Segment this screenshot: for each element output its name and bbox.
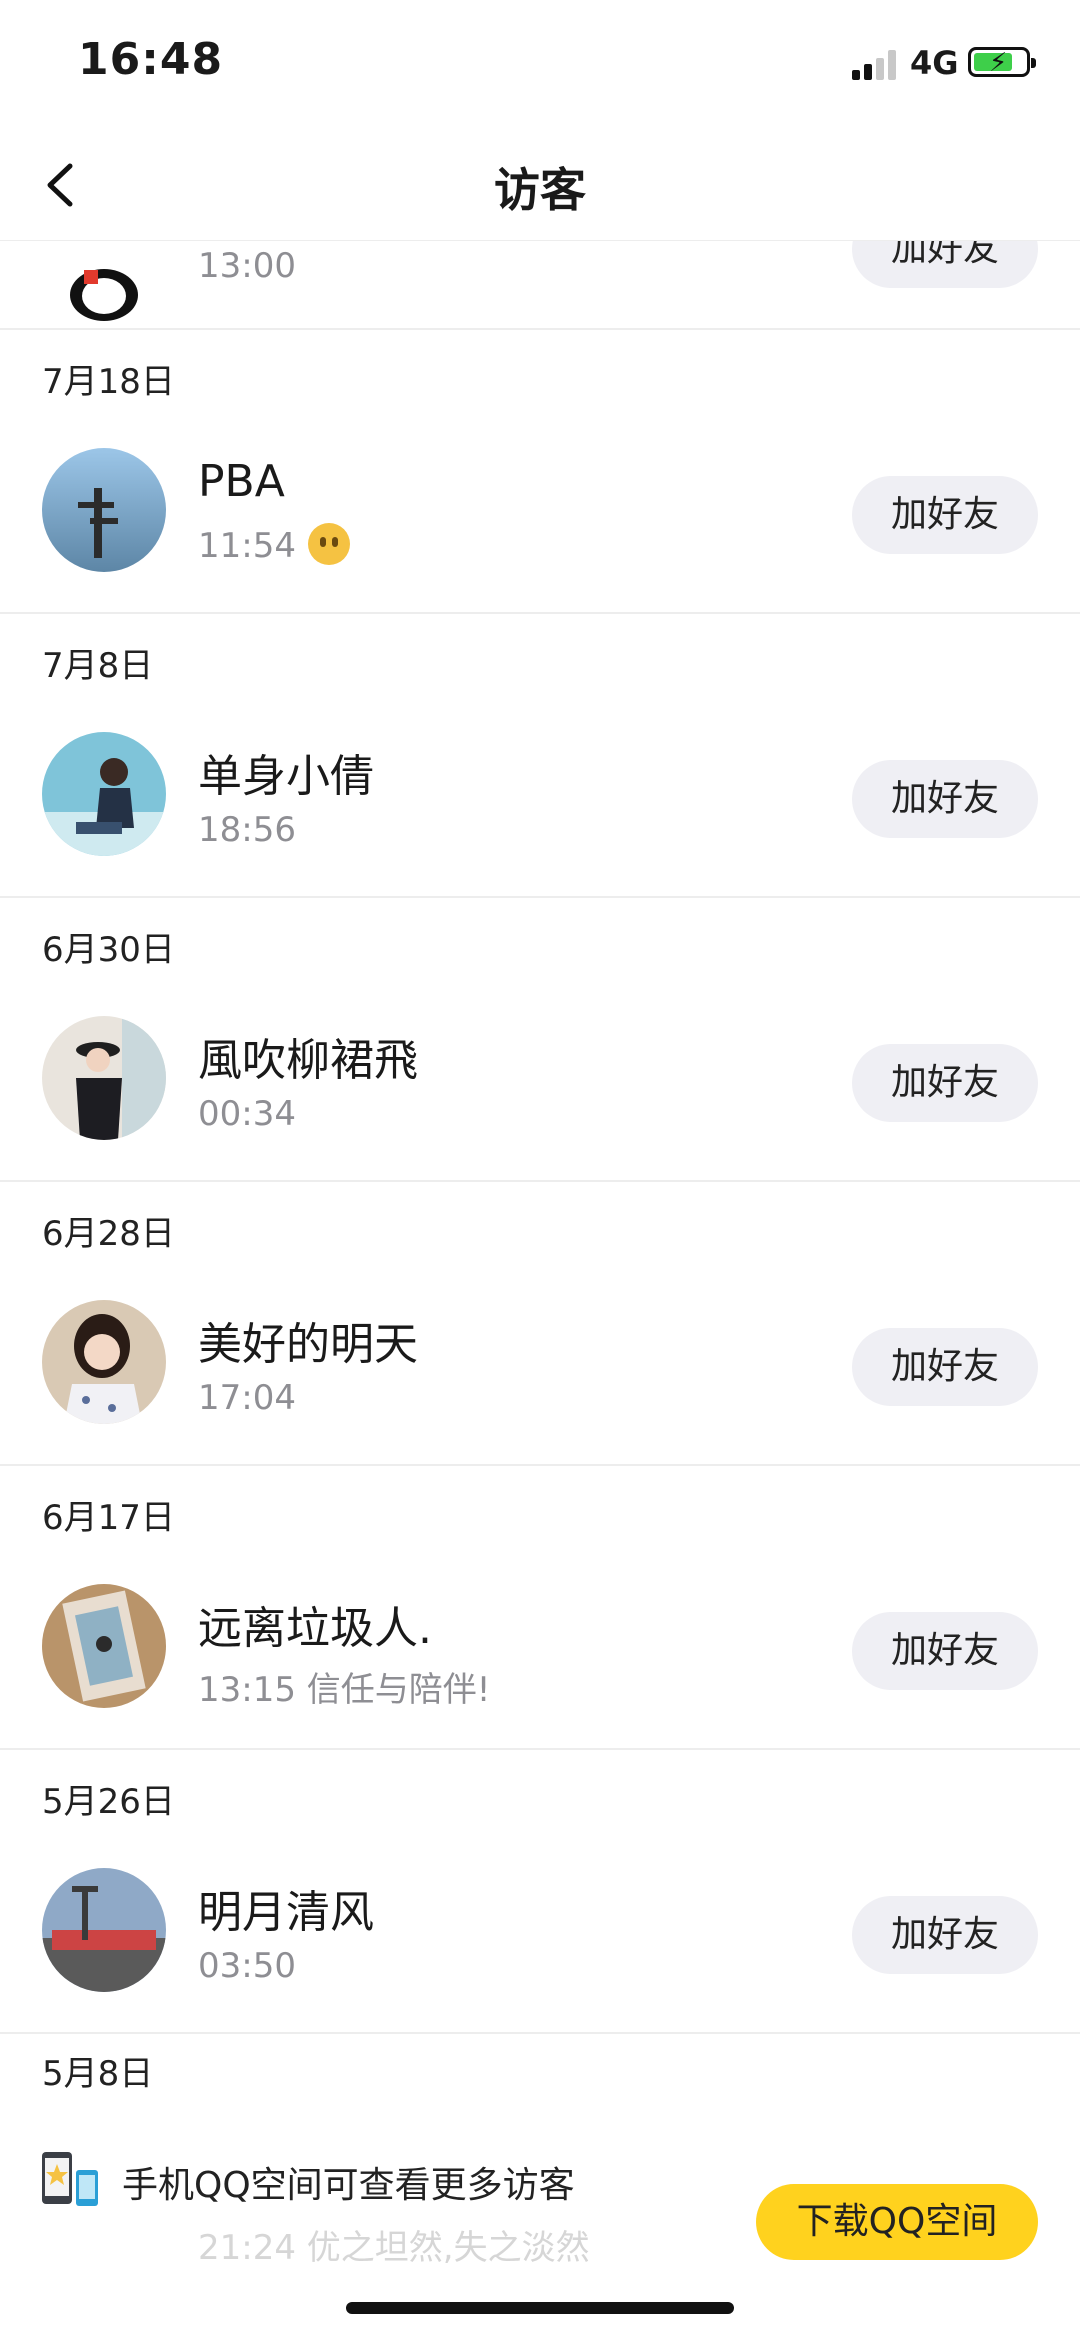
date-label: 7月18日 [42,362,175,402]
avatar[interactable] [42,448,166,572]
avatar[interactable] [42,1868,166,1992]
visitor-group: 5月26日 明月清风 03:50 加好友 [0,1750,1080,2034]
visitor-group: 6月28日 美好的明天 17:04 加好友 [0,1182,1080,1466]
add-friend-button[interactable]: 加好友 [852,476,1038,554]
battery-icon: ⚡ [968,47,1036,78]
signal-icon [852,48,898,80]
add-friend-button[interactable]: 加好友 [852,1896,1038,1974]
add-friend-button[interactable]: 加好友 [852,1328,1038,1406]
avatar[interactable] [42,1016,166,1140]
avatar [42,240,166,324]
date-label: 6月30日 [42,930,175,970]
status-time: 16:48 [78,34,224,85]
visitor-name: 远离垃圾人. [198,1603,432,1654]
network-type: 4G [910,44,959,82]
avatar[interactable] [42,1300,166,1424]
add-friend-button[interactable]: 加好友 [852,1044,1038,1122]
status-bar: 16:48 4G ⚡ [0,0,1080,130]
download-qzone-button[interactable]: 下载QQ空间 [756,2184,1038,2260]
visit-time: 03:50 [198,1946,296,1986]
visitor-list: 13:00 加好友 7月18日 PBA 11:54 加好友 7月8日 单身小倩 … [0,240,1080,2034]
visitor-name: 明月清风 [198,1887,374,1938]
avatar[interactable] [42,1584,166,1708]
page-title: 访客 [494,163,586,217]
visit-info: 13:15 信任与陪伴! [198,1670,491,1710]
visitor-name: 单身小倩 [198,751,374,802]
visit-time: 13:00 [198,246,296,286]
visitor-signature: 信任与陪伴! [306,1670,491,1710]
visitor-group: 7月18日 PBA 11:54 加好友 [0,330,1080,614]
date-label: 5月8日 [42,2054,154,2094]
date-label: 7月8日 [42,646,154,686]
home-indicator [346,2302,734,2314]
visit-time: 00:34 [198,1094,296,1134]
visitor-name: 風吹柳裙飛 [198,1035,418,1086]
add-friend-button[interactable]: 加好友 [852,1612,1038,1690]
date-label: 6月17日 [42,1498,175,1538]
add-friend-button[interactable]: 加好友 [852,760,1038,838]
visitor-group: 6月30日 風吹柳裙飛 00:34 加好友 [0,898,1080,1182]
list-item[interactable]: 13:00 加好友 [0,240,1080,330]
visit-time: 18:56 [198,810,296,850]
phone-qzone-icon [40,2150,102,2208]
visitor-group: 7月8日 单身小倩 18:56 加好友 [0,614,1080,898]
nav-header: 访客 [0,130,1080,241]
emoji-icon [307,522,350,565]
download-banner: 21:24 优之坦然,失之淡然 手机QQ空间可查看更多访客 下载QQ空间 [0,2120,1080,2337]
visitor-name: 美好的明天 [198,1319,418,1370]
date-label: 5月26日 [42,1782,175,1822]
date-label: 6月28日 [42,1214,175,1254]
visitor-name: PBA [198,456,285,507]
add-friend-button[interactable]: 加好友 [852,240,1038,288]
banner-text: 手机QQ空间可查看更多访客 [122,2165,575,2206]
visitor-group: 6月17日 远离垃圾人. 13:15 信任与陪伴! 加好友 [0,1466,1080,1750]
visit-time: 17:04 [198,1378,296,1418]
avatar[interactable] [42,732,166,856]
visitor-info-obscured: 21:24 优之坦然,失之淡然 [198,2228,590,2268]
visit-time: 11:54 [198,522,350,569]
